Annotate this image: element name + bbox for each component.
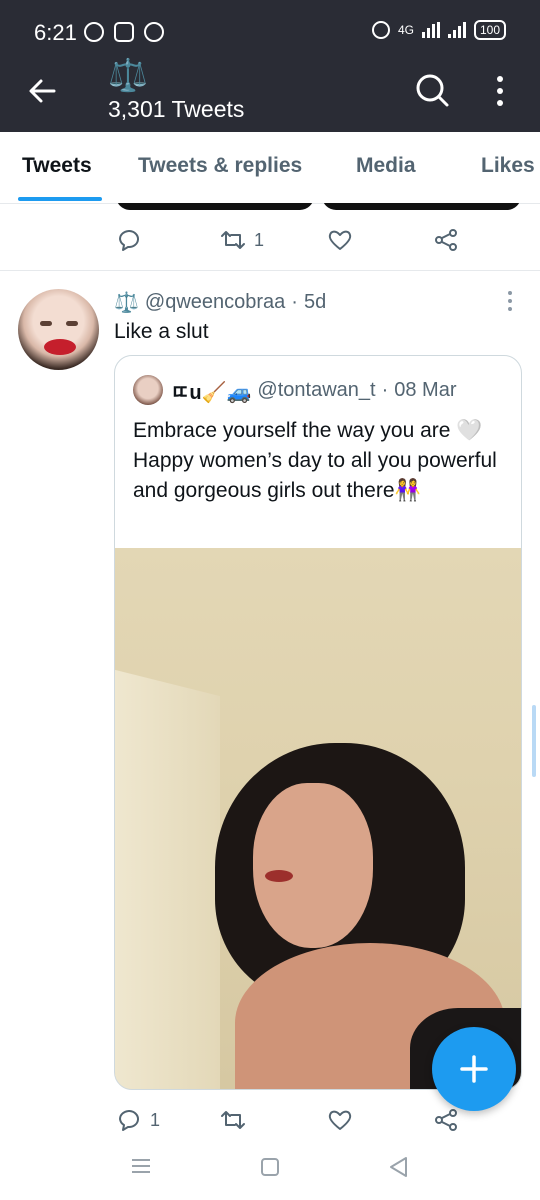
quoted-tweet[interactable]: ㄸu🧹🚙 @tontawan_t · 08 Mar Embrace yourse… (114, 355, 522, 1090)
share-icon (435, 1109, 457, 1131)
system-status: 4G 100 (371, 20, 506, 40)
quoted-avatar (133, 375, 163, 405)
reply-button[interactable]: 1 (116, 1107, 160, 1133)
search-icon[interactable] (414, 72, 450, 108)
previous-retweet-button[interactable]: 1 (220, 227, 264, 253)
notification-icons (84, 22, 164, 42)
quoted-separator: · (381, 379, 389, 401)
previous-media-left[interactable] (116, 203, 314, 210)
reply-icon (119, 230, 139, 251)
status-time: 6:21 (34, 20, 77, 45)
retweet-icon (221, 1111, 245, 1129)
plus-icon (460, 1055, 488, 1083)
previous-media-right[interactable] (322, 203, 521, 210)
previous-reply-button[interactable] (116, 227, 142, 253)
compose-tweet-button[interactable] (432, 1027, 516, 1111)
system-back-icon[interactable] (388, 1156, 408, 1178)
system-navigation-bar (0, 1145, 540, 1200)
tweet-divider (0, 270, 540, 271)
recent-apps-icon[interactable] (131, 1158, 151, 1174)
signal-2-icon (447, 22, 466, 38)
share-icon (435, 229, 457, 251)
profile-tabs: Tweets Tweets & replies Media Likes (0, 132, 540, 204)
previous-retweet-count: 1 (254, 229, 265, 250)
previous-share-button[interactable] (433, 227, 459, 253)
back-arrow-icon[interactable] (26, 74, 60, 108)
tab-media[interactable]: Media (356, 154, 416, 178)
retweet-icon (221, 231, 245, 249)
instagram-notification-icon (114, 22, 134, 42)
tweet-header: ⚖️ @qweencobraa · 5d (114, 290, 326, 315)
retweet-button[interactable] (220, 1107, 246, 1133)
tweet-age[interactable]: 5d (304, 291, 326, 314)
tweet-count: 3,301 Tweets (108, 96, 245, 122)
alarm-icon (371, 21, 390, 39)
share-button[interactable] (433, 1107, 459, 1133)
tab-tweets[interactable]: Tweets (22, 154, 92, 178)
previous-tweet-media[interactable] (116, 203, 521, 211)
tab-tweets-replies[interactable]: Tweets & replies (138, 154, 302, 178)
previous-like-button[interactable] (327, 227, 353, 253)
author-handle[interactable]: @qweencobraa (145, 291, 285, 314)
reply-count: 1 (150, 1109, 161, 1130)
tab-likes[interactable]: Likes (481, 154, 535, 178)
author-name-emoji[interactable]: ⚖️ (114, 290, 139, 315)
quoted-handle: @tontawan_t (257, 379, 376, 401)
tweet-more-icon[interactable] (500, 289, 520, 313)
home-icon[interactable] (261, 1158, 279, 1176)
chrome-notification-icon (144, 22, 164, 42)
battery-icon: 100 (473, 20, 506, 40)
heart-icon (328, 230, 352, 250)
quoted-display-name: ㄸu🧹🚙 (171, 382, 252, 404)
quoted-date: 08 Mar (394, 379, 457, 401)
like-button[interactable] (327, 1107, 353, 1133)
active-tab-indicator (18, 197, 102, 201)
signal-icon (421, 22, 440, 38)
profile-name-emoji: ⚖️ (108, 57, 148, 93)
quoted-photo[interactable] (115, 548, 521, 1089)
more-options-icon[interactable] (490, 74, 510, 108)
profile-header: ⚖️ 3,301 Tweets (0, 57, 540, 132)
meta-separator: · (291, 291, 298, 313)
quoted-text: Embrace yourself the way you are 🤍Happy … (133, 419, 497, 502)
avatar[interactable] (18, 289, 99, 370)
scroll-indicator (532, 705, 536, 777)
status-bar: 6:21 4G 100 (0, 0, 540, 64)
tweet-text: Like a slut (114, 320, 209, 343)
reply-icon (119, 1110, 139, 1131)
quoted-tweet-header: ㄸu🧹🚙 @tontawan_t · 08 Mar (171, 376, 457, 405)
heart-icon (328, 1110, 352, 1130)
network-type: 4G (397, 23, 414, 37)
sync-notification-icon (84, 22, 104, 42)
